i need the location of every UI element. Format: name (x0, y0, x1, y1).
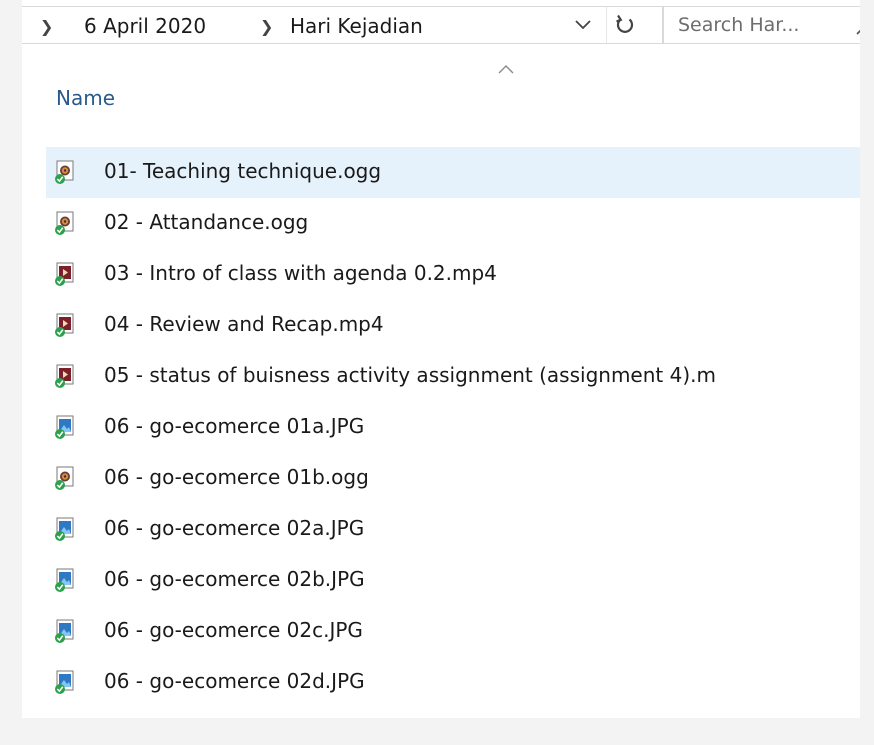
file-name[interactable]: 06 - go-ecomerce 02c.JPG (104, 618, 363, 642)
breadcrumb-separator-icon[interactable]: ❯ (40, 17, 53, 36)
image-file-icon (55, 619, 74, 643)
file-name[interactable]: 06 - go-ecomerce 02d.JPG (104, 669, 365, 693)
chevron-down-icon (575, 20, 591, 30)
file-row[interactable]: 04 - Review and Recap.mp4 (46, 300, 860, 351)
file-row[interactable]: 06 - go-ecomerce 02d.JPG (46, 657, 860, 708)
file-row[interactable]: 02 - Attandance.ogg (46, 198, 860, 249)
image-file-icon (55, 670, 74, 694)
file-row[interactable]: 06 - go-ecomerce 01b.ogg (46, 453, 860, 504)
image-file-icon (55, 415, 74, 439)
breadcrumb-item-date[interactable]: 6 April 2020 (84, 14, 206, 38)
column-header-name[interactable]: Name (56, 86, 115, 110)
file-name[interactable]: 03 - Intro of class with agenda 0.2.mp4 (104, 261, 497, 285)
file-name[interactable]: 04 - Review and Recap.mp4 (104, 312, 384, 336)
file-row[interactable]: 06 - go-ecomerce 02b.JPG (46, 555, 860, 606)
file-name[interactable]: 01- Teaching technique.ogg (104, 159, 381, 183)
video-file-icon (55, 262, 74, 286)
address-bar[interactable]: ❯ 6 April 2020 ❯ Hari Kejadian (22, 6, 663, 44)
search-input[interactable] (664, 7, 860, 43)
file-name[interactable]: 06 - go-ecomerce 01b.ogg (104, 465, 369, 489)
file-explorer-window: ❯ 6 April 2020 ❯ Hari Kejadian Search Ha… (22, 0, 860, 718)
refresh-button[interactable] (606, 7, 643, 43)
file-name[interactable]: 06 - go-ecomerce 02b.JPG (104, 567, 365, 591)
image-file-icon (55, 517, 74, 541)
file-list: 01- Teaching technique.ogg 02 - Attandanc… (46, 147, 860, 718)
file-name[interactable]: 06 - go-ecomerce 01a.JPG (104, 414, 364, 438)
file-name[interactable]: 06 - go-ecomerce 02a.JPG (104, 516, 364, 540)
refresh-icon (616, 14, 634, 33)
breadcrumb-separator-icon[interactable]: ❯ (260, 17, 273, 36)
address-history-dropdown[interactable] (564, 7, 602, 43)
search-icon[interactable] (856, 19, 860, 35)
file-row[interactable]: 06 - go-ecomerce 02a.JPG (46, 504, 860, 555)
audio-file-icon (55, 211, 74, 235)
search-box[interactable] (663, 6, 860, 44)
breadcrumb-item-folder[interactable]: Hari Kejadian (290, 14, 423, 38)
video-file-icon (55, 313, 74, 337)
file-name[interactable]: 05 - status of buisness activity assignm… (104, 363, 716, 387)
file-name[interactable]: 02 - Attandance.ogg (104, 210, 308, 234)
file-row[interactable]: 05 - status of buisness activity assignm… (46, 351, 860, 402)
audio-file-icon (55, 466, 74, 490)
image-file-icon (55, 568, 74, 592)
audio-file-icon (55, 160, 74, 184)
file-row[interactable]: 03 - Intro of class with agenda 0.2.mp4 (46, 249, 860, 300)
file-row[interactable]: 06 - go-ecomerce 01a.JPG (46, 402, 860, 453)
sort-ascending-icon (498, 65, 514, 74)
file-row[interactable]: 06 - go-ecomerce 02e.JPG (46, 708, 860, 718)
video-file-icon (55, 364, 74, 388)
navigation-bar: ❯ 6 April 2020 ❯ Hari Kejadian (22, 0, 860, 50)
file-row[interactable]: 01- Teaching technique.ogg (46, 147, 860, 198)
file-row[interactable]: 06 - go-ecomerce 02c.JPG (46, 606, 860, 657)
